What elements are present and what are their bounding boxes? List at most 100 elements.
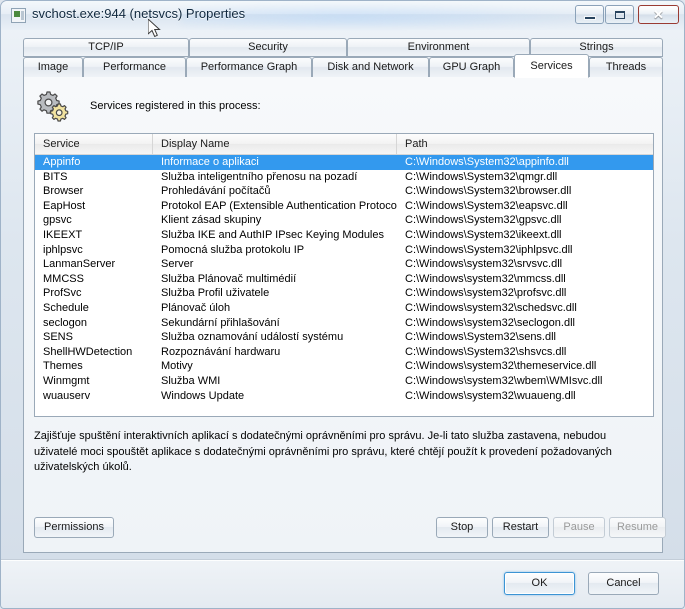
cell-service: seclogon <box>43 316 88 329</box>
cell-service: Themes <box>43 360 83 373</box>
services-list[interactable]: Service Display Name Path Appinfo Informa… <box>34 133 654 417</box>
column-header-display-name[interactable]: Display Name <box>153 134 397 155</box>
cell-service: iphlpsvc <box>43 243 83 256</box>
cell-display-name: Služba Plánovač multimédií <box>161 272 297 285</box>
table-row[interactable]: wuauserv Windows Update C:\Windows\system3… <box>35 389 653 404</box>
maximize-button[interactable] <box>605 5 634 24</box>
tab-gpu-graph[interactable]: GPU Graph <box>429 57 514 78</box>
cell-service: Browser <box>43 185 84 198</box>
tab-security[interactable]: Security <box>189 38 347 57</box>
cell-display-name: Rozpoznávání hardwaru <box>161 345 281 358</box>
table-row[interactable]: MMCSS Služba Plánovač multimédií C:\Window… <box>35 272 653 287</box>
table-row[interactable]: SENS Služba oznamování událostí systému C:… <box>35 330 653 345</box>
cell-display-name: Služba WMI <box>161 374 221 387</box>
cell-path: C:\Windows\System32\gpsvc.dll <box>405 214 562 227</box>
cell-path: C:\Windows\system32\seclogon.dll <box>405 316 575 329</box>
cell-display-name: Služba IKE and AuthIP IPsec Keying Modul… <box>161 228 384 241</box>
minimize-icon <box>576 6 603 23</box>
gears-icon <box>37 91 69 122</box>
cancel-button[interactable]: Cancel <box>588 572 659 595</box>
cell-service: LanmanServer <box>43 258 116 271</box>
pause-button: Pause <box>553 517 605 538</box>
ok-button[interactable]: OK <box>504 572 575 595</box>
cell-path: C:\Windows\System32\qmgr.dll <box>405 170 558 183</box>
table-row[interactable]: BITS Služba inteligentního přenosu na poz… <box>35 170 653 185</box>
title-bar: svchost.exe:944 (netsvcs) Properties ✕ <box>1 1 684 30</box>
tab-performance[interactable]: Performance <box>83 57 186 78</box>
table-row[interactable]: IKEEXT Služba IKE and AuthIP IPsec Keying… <box>35 228 653 243</box>
cell-service: SENS <box>43 331 73 344</box>
cell-display-name: Pomocná služba protokolu IP <box>161 243 305 256</box>
cell-display-name: Prohledávání počítačů <box>161 185 271 198</box>
cell-service: BITS <box>43 170 68 183</box>
cell-service: gpsvc <box>43 214 72 227</box>
tab-disk-and-network[interactable]: Disk and Network <box>312 57 429 78</box>
tab-image[interactable]: Image <box>23 57 83 78</box>
table-row[interactable]: gpsvc Klient zásad skupiny C:\Windows\Syst… <box>35 213 653 228</box>
cell-path: C:\Windows\System32\iphlpsvc.dll <box>405 243 573 256</box>
cell-path: C:\Windows\system32\themeservice.dll <box>405 360 597 373</box>
cell-service: Winmgmt <box>43 374 90 387</box>
maximize-icon <box>606 6 633 23</box>
cell-path: C:\Windows\System32\appinfo.dll <box>405 156 569 168</box>
cell-path: C:\Windows\System32\eapsvc.dll <box>405 199 568 212</box>
tab-bar: TCP/IP Security Environment Strings Imag… <box>1 30 684 82</box>
service-description: Zajišťuje spuštění interaktivních aplika… <box>34 430 612 473</box>
table-row[interactable]: Appinfo Informace o aplikaci C:\Windows\Sy… <box>35 155 653 170</box>
cell-path: C:\Windows\system32\wbem\WMIsvc.dll <box>405 374 603 387</box>
cell-service: wuauserv <box>43 389 91 402</box>
window-title: svchost.exe:944 (netsvcs) Properties <box>32 6 246 21</box>
cell-display-name: Služba Profil uživatele <box>161 287 270 300</box>
cell-service: IKEEXT <box>43 228 83 241</box>
table-row[interactable]: ShellHWDetection Rozpoznávání hardwaru C:\… <box>35 345 653 360</box>
tab-environment[interactable]: Environment <box>347 38 530 57</box>
list-header: Service Display Name Path <box>35 134 653 155</box>
minimize-button[interactable] <box>575 5 604 24</box>
mouse-cursor <box>148 19 161 38</box>
cell-path: C:\Windows\System32\browser.dll <box>405 185 572 198</box>
permissions-button[interactable]: Permissions <box>34 517 114 538</box>
cell-display-name: Plánovač úloh <box>161 301 231 314</box>
cell-path: C:\Windows\system32\mmcss.dll <box>405 272 566 285</box>
close-icon: ✕ <box>653 7 664 22</box>
cell-display-name: Sekundární přihlašování <box>161 316 280 329</box>
cell-path: C:\Windows\System32\sens.dll <box>405 331 556 344</box>
stop-button[interactable]: Stop <box>436 517 488 538</box>
services-panel: Services registered in this process: Ser… <box>23 77 666 553</box>
cell-path: C:\Windows\system32\profsvc.dll <box>405 287 567 300</box>
cell-service: EapHost <box>43 199 86 212</box>
cell-service: MMCSS <box>43 272 84 285</box>
column-header-service[interactable]: Service <box>35 134 153 155</box>
properties-dialog: svchost.exe:944 (netsvcs) Properties ✕ T… <box>0 0 685 609</box>
cell-service: Schedule <box>43 301 89 314</box>
table-row[interactable]: Schedule Plánovač úloh C:\Windows\system32… <box>35 301 653 316</box>
cell-display-name: Server <box>161 258 194 271</box>
table-row[interactable]: ProfSvc Služba Profil uživatele C:\Windows… <box>35 286 653 301</box>
table-row[interactable]: Themes Motivy C:\Windows\system32\themeser… <box>35 359 653 374</box>
cell-display-name: Služba inteligentního přenosu na pozadí <box>161 170 358 183</box>
column-header-path[interactable]: Path <box>397 134 653 155</box>
table-row[interactable]: EapHost Protokol EAP (Extensible Authenti… <box>35 199 653 214</box>
table-row[interactable]: seclogon Sekundární přihlašování C:\Window… <box>35 316 653 331</box>
tab-threads[interactable]: Threads <box>589 57 663 78</box>
cell-display-name: Motivy <box>161 360 193 373</box>
table-row[interactable]: iphlpsvc Pomocná služba protokolu IP C:\Wi… <box>35 243 653 258</box>
table-row[interactable]: Winmgmt Služba WMI C:\Windows\system32\wbe… <box>35 374 653 389</box>
dialog-footer: OK Cancel <box>1 559 684 608</box>
table-row[interactable]: Browser Prohledávání počítačů C:\Windows\S… <box>35 184 653 199</box>
cell-display-name: Windows Update <box>161 389 245 402</box>
cell-path: C:\Windows\system32\schedsvc.dll <box>405 301 577 314</box>
tab-services[interactable]: Services <box>514 54 589 78</box>
cell-display-name: Služba oznamování událostí systému <box>161 331 344 344</box>
table-row[interactable]: LanmanServer Server C:\Windows\system32\sr… <box>35 257 653 272</box>
cell-service: ProfSvc <box>43 287 82 300</box>
tab-tcpip[interactable]: TCP/IP <box>23 38 189 57</box>
restart-button[interactable]: Restart <box>492 517 549 538</box>
application-icon <box>11 8 26 23</box>
cell-path: C:\Windows\system32\wuaueng.dll <box>405 389 576 402</box>
close-button[interactable]: ✕ <box>638 5 679 24</box>
tab-performance-graph[interactable]: Performance Graph <box>186 57 312 78</box>
services-header-label: Services registered in this process: <box>90 100 261 112</box>
cell-display-name: Informace o aplikaci <box>161 156 259 168</box>
cell-display-name: Protokol EAP (Extensible Authentication … <box>161 199 397 212</box>
